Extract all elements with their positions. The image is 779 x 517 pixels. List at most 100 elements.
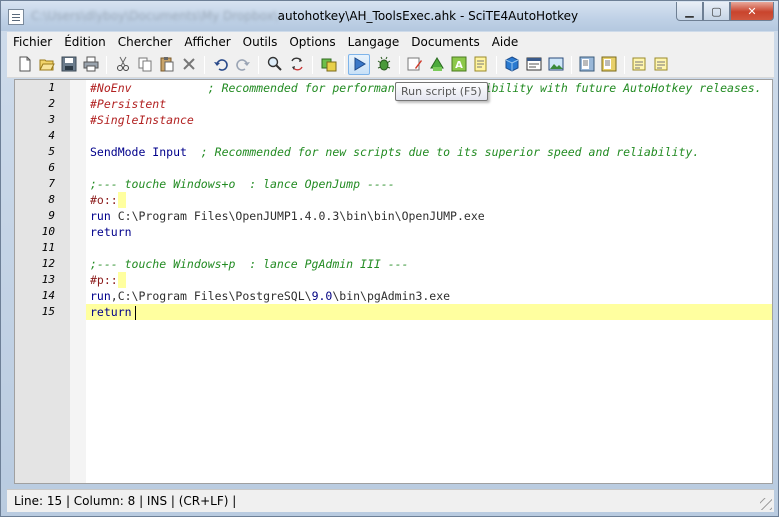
toolbar-separator — [496, 56, 497, 74]
code-area[interactable]: #NoEnv ; Recommended for performance and… — [86, 80, 772, 483]
comment: ;--- touche Windows+o : lance OpenJump -… — [90, 177, 395, 191]
window-title-file: autohotkey\AH_ToolsExec.ahk - SciTE4Auto… — [277, 9, 579, 23]
window-icon[interactable] — [526, 56, 542, 72]
brace-highlight — [117, 192, 126, 208]
find-icon[interactable] — [267, 56, 283, 72]
fold-margin[interactable] — [70, 80, 86, 483]
run-script-icon[interactable] — [351, 56, 367, 72]
save-icon[interactable] — [61, 56, 77, 72]
line-number: 12 — [41, 257, 55, 270]
tool-pencil-icon[interactable] — [407, 56, 423, 72]
line-number: 6 — [48, 161, 55, 174]
code-line: #p:: — [90, 272, 772, 288]
directive: #NoEnv — [90, 81, 132, 95]
menu-afficher[interactable]: Afficher — [178, 35, 236, 49]
minimize-button[interactable]: ▁ — [676, 2, 703, 21]
line-number-gutter: 1 2 3 4 5 6 7 8 9 10 11 12 13 14 15 — [15, 80, 70, 483]
debug-icon[interactable] — [376, 56, 392, 72]
svg-text:A: A — [455, 60, 463, 71]
line-number: 10 — [41, 225, 55, 238]
hotkey-label: #o:: — [90, 193, 118, 207]
menu-outils[interactable]: Outils — [237, 35, 284, 49]
minimize-icon: ▁ — [685, 4, 694, 18]
delete-icon[interactable] — [181, 56, 197, 72]
path-string: ,C:\Program Files\PostgreSQL\ — [110, 289, 312, 303]
undo-icon[interactable] — [213, 56, 229, 72]
redo-icon[interactable] — [235, 56, 251, 72]
toolbar: A — [7, 52, 774, 78]
line-number: 13 — [41, 273, 55, 286]
code-line: #o:: — [90, 192, 772, 208]
title-bar[interactable]: C:\Users\dlyboy\Documents\My Dropbox\aut… — [1, 1, 778, 31]
line-number: 3 — [48, 113, 55, 126]
open-folder-icon[interactable] — [39, 56, 55, 72]
menu-documents[interactable]: Documents — [405, 35, 485, 49]
hotkey-label: #p:: — [90, 273, 118, 287]
current-line: return — [86, 304, 772, 320]
line-number: 7 — [48, 177, 55, 190]
line-number: 9 — [48, 209, 55, 222]
line-number: 5 — [48, 145, 55, 158]
tool-yellow-icon[interactable] — [473, 56, 489, 72]
status-text: Line: 15 | Column: 8 | INS | (CR+LF) | — [14, 494, 237, 508]
menu-bar: Fichier Édition Chercher Afficher Outils… — [7, 32, 774, 52]
code-line: run C:\Program Files\OpenJUMP1.4.0.3\bin… — [90, 208, 772, 224]
line-number: 15 — [41, 305, 55, 318]
cut-icon[interactable] — [115, 56, 131, 72]
command: run — [90, 289, 111, 303]
line-number: 8 — [48, 193, 55, 206]
line-number: 2 — [48, 97, 55, 110]
menu-aide[interactable]: Aide — [486, 35, 525, 49]
code-line: SendMode Input ; Recommended for new scr… — [90, 144, 772, 160]
ide-alt-icon[interactable] — [601, 56, 617, 72]
toolbar-separator — [258, 56, 259, 74]
line-number: 14 — [41, 289, 55, 302]
line-number: 11 — [41, 241, 55, 254]
image-icon[interactable] — [548, 56, 564, 72]
command: return — [90, 305, 132, 319]
tool-a-icon[interactable]: A — [451, 56, 467, 72]
line-number: 4 — [48, 129, 55, 142]
toolbar-separator — [399, 56, 400, 74]
notes-alt-icon[interactable] — [653, 56, 669, 72]
text-caret — [134, 305, 136, 320]
window-title: C:\Users\dlyboy\Documents\My Dropbox\aut… — [31, 9, 578, 23]
replace-icon[interactable] — [289, 56, 305, 72]
tool-green-icon[interactable] — [429, 56, 445, 72]
menu-options[interactable]: Options — [283, 35, 341, 49]
menu-chercher[interactable]: Chercher — [112, 35, 179, 49]
menu-langage[interactable]: Langage — [342, 35, 406, 49]
menu-fichier[interactable]: Fichier — [7, 35, 58, 49]
toolbar-separator — [571, 56, 572, 74]
toolbar-separator — [106, 56, 107, 74]
cube-icon[interactable] — [504, 56, 520, 72]
ide-icon[interactable] — [579, 56, 595, 72]
maximize-button[interactable]: ▢ — [703, 2, 730, 21]
code-line: return — [90, 224, 772, 240]
copy-icon[interactable] — [137, 56, 153, 72]
code-editor[interactable]: 1 2 3 4 5 6 7 8 9 10 11 12 13 14 15 #NoE… — [14, 79, 773, 484]
print-icon[interactable] — [83, 56, 99, 72]
window-title-path: C:\Users\dlyboy\Documents\My Dropbox\ — [31, 9, 278, 23]
command: run — [90, 209, 111, 223]
path-string: \bin\pgAdmin3.exe — [332, 289, 451, 303]
toolbar-separator — [312, 56, 313, 74]
command: SendMode Input — [90, 145, 187, 159]
close-icon: ✕ — [747, 4, 757, 18]
command: return — [90, 225, 132, 239]
maximize-icon: ▢ — [711, 4, 722, 18]
app-icon[interactable] — [8, 9, 24, 25]
close-button[interactable]: ✕ — [730, 2, 774, 21]
directive: #Persistent — [90, 97, 167, 111]
window-controls: ▁ ▢ ✕ — [676, 2, 774, 21]
line-number: 1 — [48, 81, 55, 94]
code-line: ;--- touche Windows+o : lance OpenJump -… — [90, 176, 772, 192]
new-file-icon[interactable] — [17, 56, 33, 72]
paste-icon[interactable] — [159, 56, 175, 72]
notes-icon[interactable] — [631, 56, 647, 72]
brace-highlight — [117, 272, 126, 288]
compile-icon[interactable] — [321, 56, 337, 72]
menu-edition[interactable]: Édition — [58, 35, 112, 49]
resize-grip-icon[interactable] — [760, 498, 772, 510]
code-line: ;--- touche Windows+p : lance PgAdmin II… — [90, 256, 772, 272]
